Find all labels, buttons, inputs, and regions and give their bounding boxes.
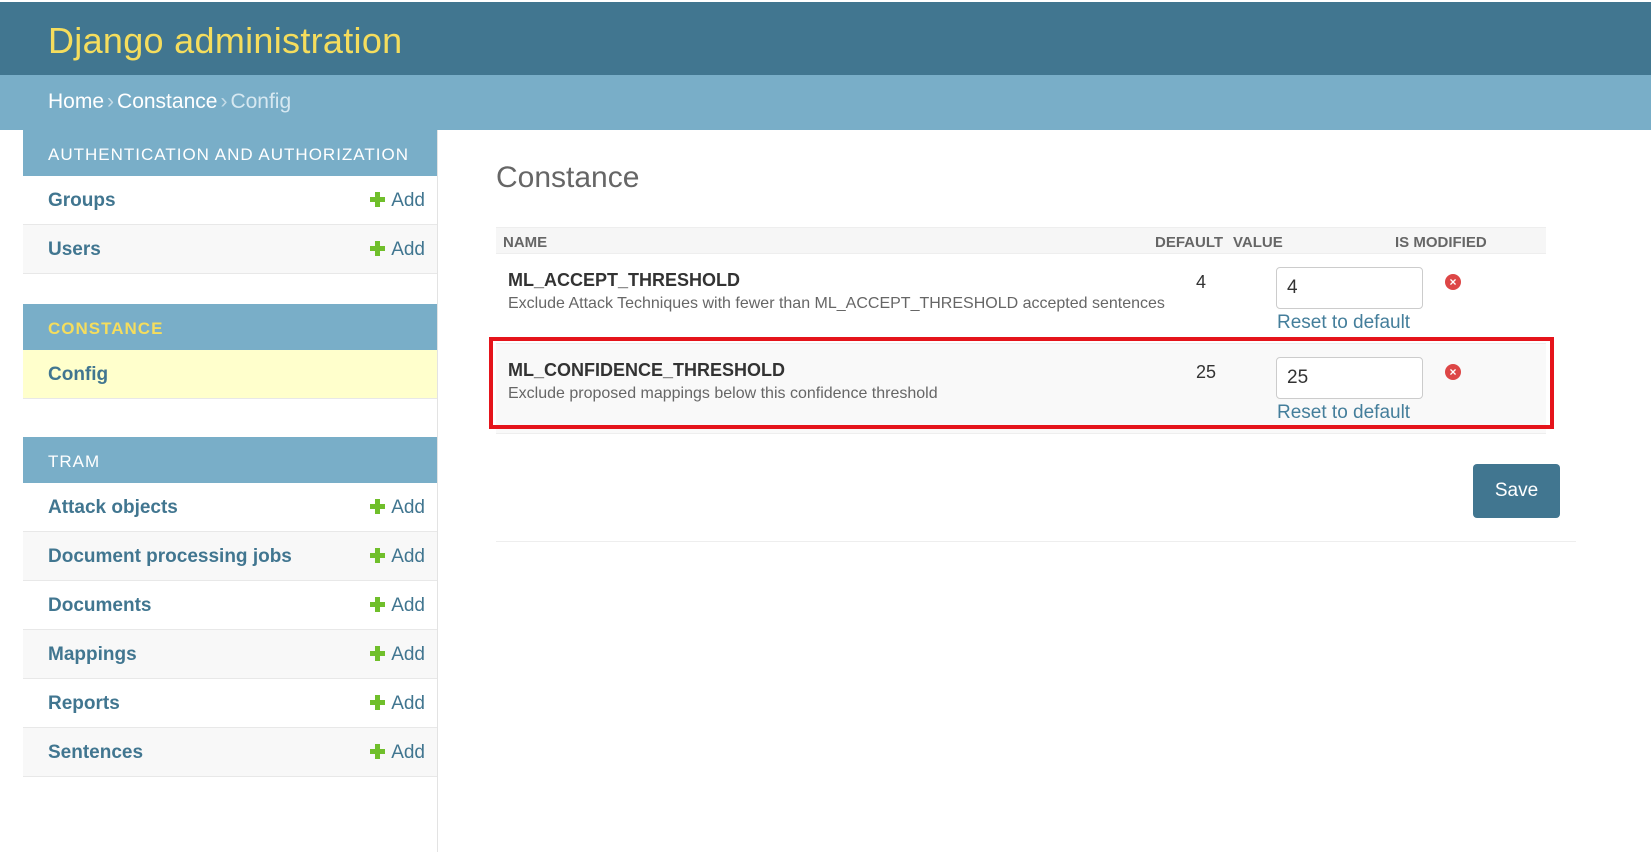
sidebar-item-label[interactable]: Reports: [48, 693, 120, 715]
module-auth: AUTHENTICATION AND AUTHORIZATION Groups …: [23, 130, 437, 274]
plus-icon: [370, 695, 386, 710]
add-documents-link[interactable]: Add: [370, 595, 425, 617]
module-tram: TRAM Attack objects Add Document process…: [23, 437, 437, 777]
table-row: ML_ACCEPT_THRESHOLD Exclude Attack Techn…: [496, 254, 1546, 344]
reset-to-default-link[interactable]: Reset to default: [1277, 402, 1410, 424]
module-caption-constance[interactable]: CONSTANCE: [23, 304, 437, 350]
add-label: Add: [391, 497, 425, 518]
site-name[interactable]: Django administration: [48, 20, 403, 62]
column-header-is-modified: IS MODIFIED: [1395, 234, 1487, 251]
sidebar-item-label[interactable]: Attack objects: [48, 497, 178, 519]
add-mappings-link[interactable]: Add: [370, 644, 425, 666]
module-constance: CONSTANCE Config: [23, 304, 437, 399]
add-label: Add: [391, 595, 425, 616]
breadcrumb-home-link[interactable]: Home: [48, 90, 104, 113]
sidebar-item-attack-objects: Attack objects Add: [23, 483, 437, 532]
breadcrumb-constance-link[interactable]: Constance: [117, 90, 217, 113]
x-circle-icon: ×: [1445, 364, 1461, 380]
plus-icon: [370, 744, 386, 759]
sidebar-item-document-processing-jobs: Document processing jobs Add: [23, 532, 437, 581]
setting-name: ML_ACCEPT_THRESHOLD: [508, 270, 741, 290]
sidebar-item-label[interactable]: Document processing jobs: [48, 546, 292, 568]
sidebar-item-label[interactable]: Sentences: [48, 742, 143, 764]
add-attack-objects-link[interactable]: Add: [370, 497, 425, 519]
reset-to-default-link[interactable]: Reset to default: [1277, 312, 1410, 334]
setting-value-input[interactable]: [1276, 357, 1423, 399]
sidebar-item-users: Users Add: [23, 225, 437, 274]
plus-icon: [370, 241, 386, 256]
plus-icon: [370, 499, 386, 514]
config-table: NAME DEFAULT VALUE IS MODIFIED ML_ACCEPT…: [496, 227, 1546, 434]
sidebar-item-label[interactable]: Groups: [48, 190, 116, 212]
table-row: ML_CONFIDENCE_THRESHOLD Exclude proposed…: [496, 344, 1546, 434]
breadcrumb-separator: ›: [220, 90, 228, 113]
breadcrumb-current: Config: [230, 90, 292, 113]
setting-default: 4: [1196, 272, 1207, 292]
breadcrumb-separator: ›: [107, 90, 115, 113]
column-header-name: NAME: [503, 234, 548, 251]
add-label: Add: [391, 693, 425, 714]
sidebar-item-mappings: Mappings Add: [23, 630, 437, 679]
page-title: Constance: [496, 161, 640, 194]
sidebar-item-reports: Reports Add: [23, 679, 437, 728]
setting-description: Exclude proposed mappings below this con…: [508, 385, 938, 402]
add-label: Add: [391, 546, 425, 567]
header: Django administration: [0, 0, 1651, 75]
x-circle-icon: ×: [1445, 274, 1461, 290]
submit-row: Save: [496, 452, 1576, 542]
column-header-default: DEFAULT: [1155, 234, 1224, 251]
module-caption-auth[interactable]: AUTHENTICATION AND AUTHORIZATION: [23, 130, 437, 176]
setting-description: Exclude Attack Techniques with fewer tha…: [508, 295, 1165, 312]
plus-icon: [370, 646, 386, 661]
setting-value-input[interactable]: [1276, 267, 1423, 309]
add-reports-link[interactable]: Add: [370, 693, 425, 715]
sidebar-nav: AUTHENTICATION AND AUTHORIZATION Groups …: [23, 130, 438, 852]
sidebar-item-documents: Documents Add: [23, 581, 437, 630]
sidebar-item-config: Config: [23, 350, 437, 399]
setting-default: 25: [1196, 362, 1217, 382]
add-sentences-link[interactable]: Add: [370, 742, 425, 764]
add-label: Add: [391, 742, 425, 763]
sidebar-item-sentences: Sentences Add: [23, 728, 437, 777]
add-label: Add: [391, 239, 425, 260]
setting-name: ML_CONFIDENCE_THRESHOLD: [508, 360, 786, 380]
save-button[interactable]: Save: [1473, 464, 1560, 518]
sidebar-item-label[interactable]: Documents: [48, 595, 151, 617]
add-users-link[interactable]: Add: [370, 239, 425, 261]
table-header: NAME DEFAULT VALUE IS MODIFIED: [496, 227, 1546, 254]
sidebar-item-groups: Groups Add: [23, 176, 437, 225]
plus-icon: [370, 548, 386, 563]
column-header-value: VALUE: [1233, 234, 1283, 251]
sidebar-item-label[interactable]: Users: [48, 239, 101, 261]
add-groups-link[interactable]: Add: [370, 190, 425, 212]
sidebar-item-label[interactable]: Mappings: [48, 644, 137, 666]
add-document-processing-jobs-link[interactable]: Add: [370, 546, 425, 568]
breadcrumb: Home › Constance › Config: [0, 75, 1651, 130]
plus-icon: [370, 597, 386, 612]
module-caption-tram[interactable]: TRAM: [23, 437, 437, 483]
plus-icon: [370, 192, 386, 207]
add-label: Add: [391, 644, 425, 665]
add-label: Add: [391, 190, 425, 211]
sidebar-item-label[interactable]: Config: [48, 364, 108, 386]
